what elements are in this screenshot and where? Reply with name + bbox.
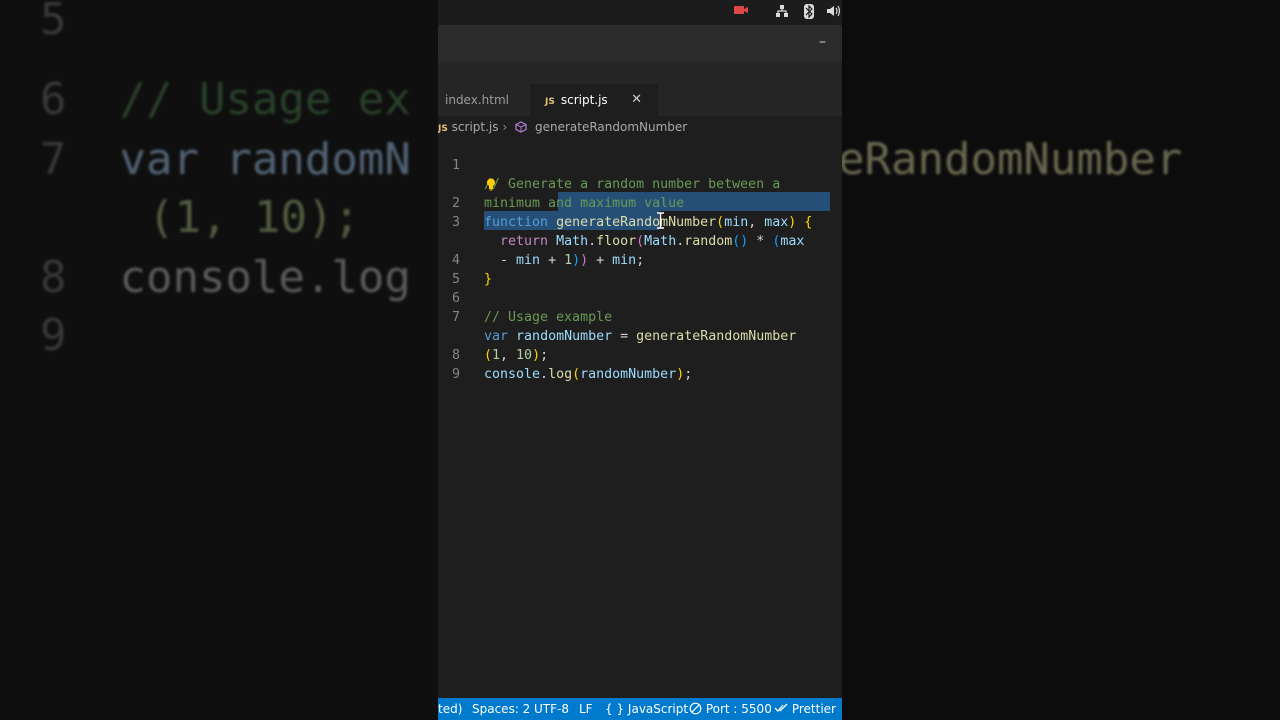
- code-line: (1, 10);: [484, 348, 549, 363]
- network-icon[interactable]: [773, 4, 791, 20]
- bg-echo-line: 9: [40, 310, 67, 361]
- tab-index-html[interactable]: index.html: [438, 84, 537, 116]
- code-line: 8 console.log(randomNumber);: [451, 348, 693, 382]
- tab-label: index.html: [445, 93, 509, 107]
- code-line: minimum and maximum value: [484, 196, 685, 211]
- record-icon[interactable]: [732, 4, 750, 20]
- status-bar: ted) Spaces: 2 UTF-8 LF { } JavaScript P…: [438, 698, 842, 720]
- tab-script-js[interactable]: JS script.js ✕: [530, 84, 658, 116]
- status-prettier[interactable]: Prettier: [774, 698, 836, 720]
- bg-echo-fragment: eRandomNumber: [842, 134, 1183, 185]
- lightbulb-icon[interactable]: [486, 176, 496, 191]
- bluetooth-icon[interactable]: [800, 4, 818, 20]
- breadcrumb-symbol[interactable]: generateRandomNumber: [535, 120, 687, 134]
- status-language[interactable]: { } JavaScript: [605, 698, 688, 720]
- bg-echo-line: (1, 10);: [148, 192, 360, 243]
- port-icon: [689, 702, 702, 716]
- tab-label: script.js: [560, 93, 608, 107]
- braces-icon: { }: [605, 702, 625, 716]
- code-line: 1 // Generate a random number between a: [451, 158, 781, 192]
- code-line: 5: [451, 272, 460, 287]
- code-line: 9: [451, 367, 460, 382]
- code-editor-window: – index.html JS script.js ✕ JS script.js ›…: [438, 0, 842, 720]
- minimize-icon[interactable]: –: [819, 34, 826, 50]
- code-line: 4 }: [451, 253, 493, 287]
- double-check-icon: [774, 702, 788, 716]
- close-icon[interactable]: ✕: [631, 84, 642, 116]
- status-eol[interactable]: LF: [579, 698, 593, 720]
- breadcrumb: JS script.js › generateRandomNumber: [438, 116, 842, 138]
- bg-echo-line: 5: [40, 0, 67, 45]
- js-file-icon: JS: [545, 97, 555, 107]
- blurred-background-right: eRandomNumber: [842, 0, 1280, 720]
- code-line: - min + 1)) + min;: [484, 253, 645, 268]
- status-live-server[interactable]: Port : 5500: [689, 698, 772, 720]
- title-bar: –: [438, 25, 842, 62]
- chevron-right-icon: ›: [502, 120, 508, 134]
- system-tray-bar: [438, 0, 842, 25]
- bg-echo-line: 8 console.log: [40, 252, 411, 303]
- status-selection[interactable]: ted): [438, 698, 462, 720]
- code-line: 3 return Math.floor(Math.random() * (max: [451, 215, 805, 249]
- breadcrumb-file[interactable]: script.js: [452, 120, 499, 134]
- blurred-background-left: 5 6 // Usage ex 7 var randomN (1, 10); 8…: [0, 0, 438, 720]
- bg-echo-line: 7 var randomN: [40, 134, 411, 185]
- code-line: 6 // Usage example: [451, 291, 613, 325]
- status-indentation[interactable]: Spaces: 2: [472, 698, 530, 720]
- code-line: 2 function generateRandomNumber(min, max…: [451, 196, 813, 230]
- symbol-method-icon: [511, 120, 531, 134]
- js-file-icon: JS: [438, 124, 448, 134]
- bg-echo-line: 6 // Usage ex: [40, 74, 411, 125]
- status-encoding[interactable]: UTF-8: [534, 698, 569, 720]
- volume-icon[interactable]: [825, 4, 842, 20]
- tab-strip-spacer: [438, 62, 842, 84]
- text-cursor-icon: [656, 212, 665, 229]
- editor-tab-bar: index.html JS script.js ✕: [438, 84, 842, 116]
- code-line: 7 var randomNumber = generateRandomNumbe…: [451, 310, 797, 344]
